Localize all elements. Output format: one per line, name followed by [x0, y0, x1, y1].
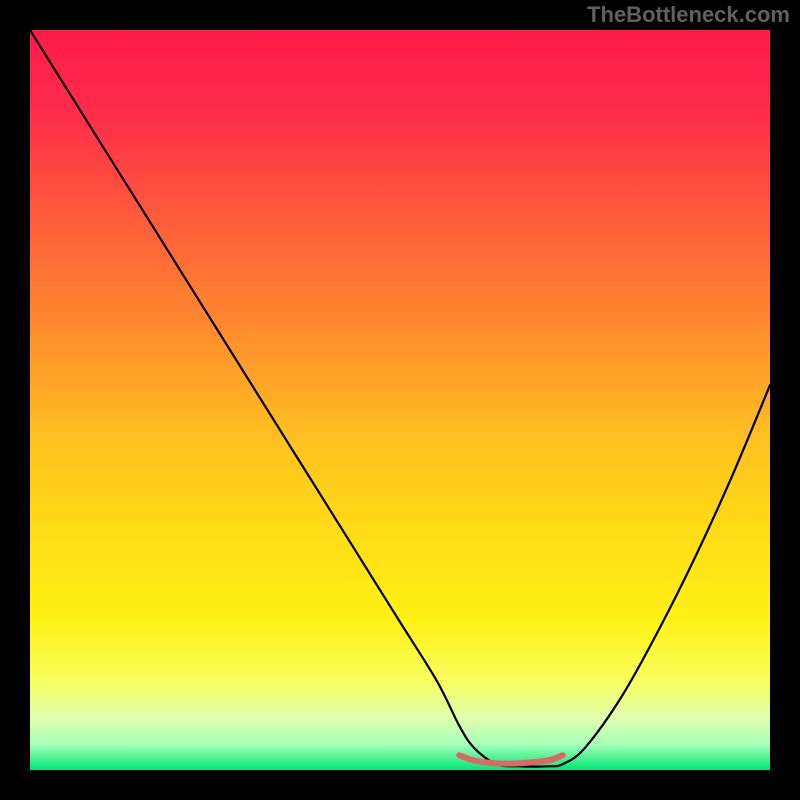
watermark-text: TheBottleneck.com [587, 2, 790, 28]
chart-plot-area [30, 30, 770, 770]
chart-background [30, 30, 770, 770]
chart-svg [30, 30, 770, 770]
